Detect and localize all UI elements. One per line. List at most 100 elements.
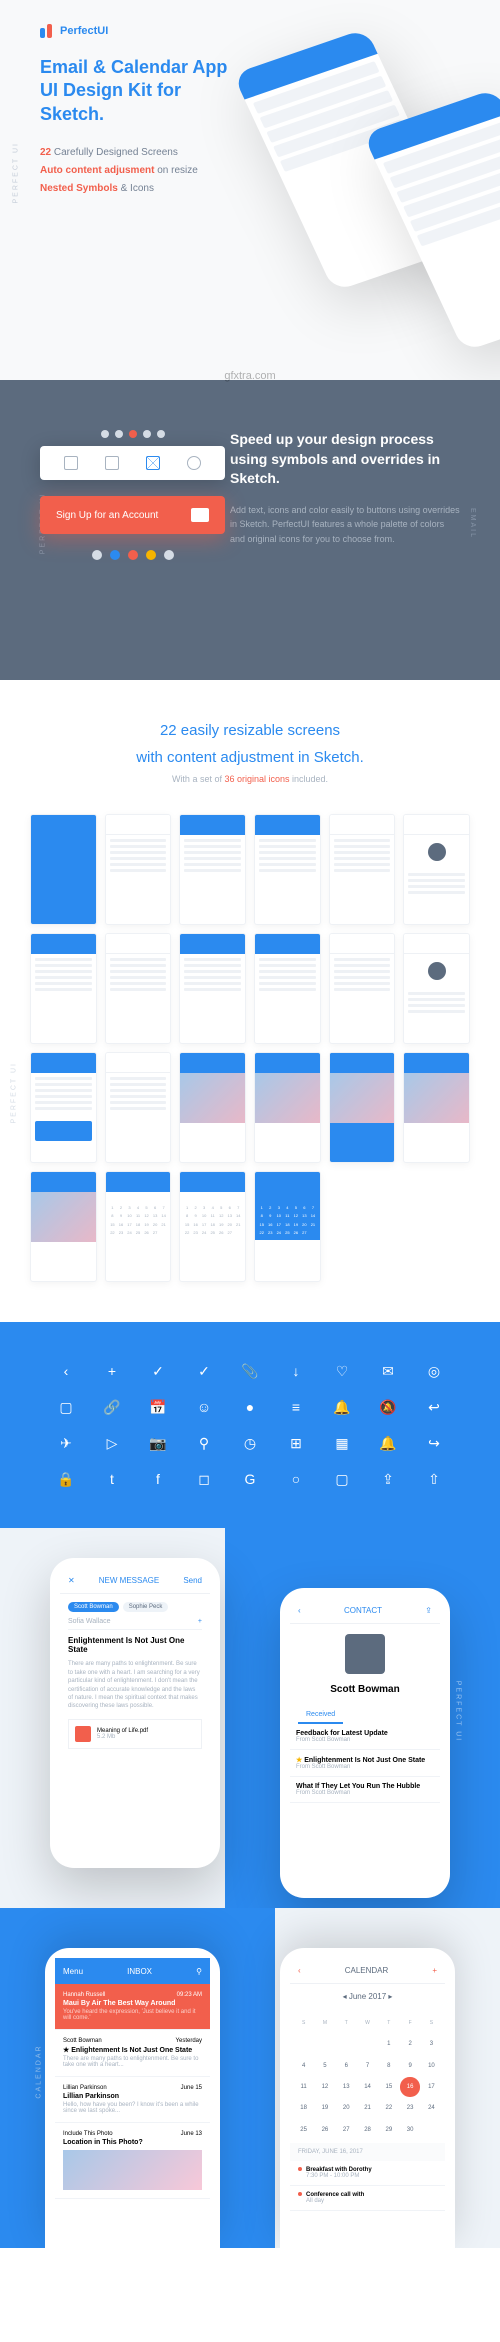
calendar-day[interactable]: 1	[379, 2035, 398, 2054]
palette-dot[interactable]	[92, 550, 102, 560]
video-icon: ▢	[57, 1398, 75, 1416]
from-field[interactable]: Sofia Wallace +	[68, 1618, 202, 1630]
calendar-day[interactable]: 7	[358, 2056, 377, 2075]
calendar-day[interactable]: 30	[400, 2120, 419, 2139]
subject-field[interactable]: Enlightenment Is Not Just One State	[68, 1636, 202, 1654]
contact-mail-item[interactable]: What If They Let You Run The HubbleFrom …	[290, 1777, 440, 1803]
calendar-day[interactable]: 6	[337, 2056, 356, 2075]
calendar-day[interactable]: 28	[358, 2120, 377, 2139]
inbox-header: Menu INBOX ⚲	[55, 1958, 210, 1984]
share-icon[interactable]: ⇪	[425, 1606, 432, 1615]
plus-icon: +	[103, 1362, 121, 1380]
calendar-day[interactable]: 10	[422, 2056, 441, 2075]
symbols-side-label: EMAIL	[469, 508, 476, 539]
calendar-day[interactable]: 2	[400, 2035, 419, 2054]
list-icon: ≡	[287, 1398, 305, 1416]
calendar-event[interactable]: Conference call withAll day	[290, 2186, 445, 2211]
google-icon: G	[241, 1470, 259, 1488]
phone-calendar: ‹ CALENDAR + ◂ June 2017 ▸ SMTWTFS123456…	[280, 1948, 455, 2248]
calendar-day[interactable]: 29	[379, 2120, 398, 2139]
close-icon[interactable]: ✕	[68, 1576, 75, 1585]
screens-title-2: with content adjustment in Sketch.	[30, 747, 470, 768]
symbols-desc: Add text, icons and color easily to butt…	[230, 503, 460, 546]
bell-icon: 🔔	[333, 1398, 351, 1416]
calendar-day[interactable]: 5	[315, 2056, 334, 2075]
calendar-day[interactable]: 14	[358, 2077, 377, 2096]
calendar-day[interactable]: 12	[315, 2077, 334, 2096]
mockups-side-label: PERFECT UI	[454, 1681, 461, 1743]
screen-thumb-attachment	[105, 1052, 172, 1163]
calendar-month: ◂ June 2017 ▸	[290, 1984, 445, 2009]
arrow-down-icon: ↓	[287, 1362, 305, 1380]
inbox-item[interactable]: Lillian ParkinsonJune 15Lillian Parkinso…	[55, 2077, 210, 2123]
recipient-tag[interactable]: Scott Bowman	[68, 1602, 119, 1612]
screens-side-label: PERFECT UI	[11, 1062, 18, 1124]
calendar-day[interactable]: 13	[337, 2077, 356, 2096]
instagram-icon: ◻	[195, 1470, 213, 1488]
screens-subtitle: With a set of 36 original icons included…	[30, 774, 470, 784]
symbols-title: Speed up your design process using symbo…	[230, 430, 460, 489]
calendar-event[interactable]: Breakfast with Dorothy7:30 PM - 10:00 PM	[290, 2161, 445, 2186]
signup-button[interactable]: Sign Up for an Account	[40, 496, 225, 534]
body-textarea[interactable]: There are many paths to enlightenment. B…	[68, 1660, 202, 1710]
calendar-day[interactable]: 3	[422, 2035, 441, 2054]
tab-received[interactable]: Received	[298, 1707, 343, 1724]
calendar-day[interactable]: 8	[379, 2056, 398, 2075]
hero-title: Email & Calendar App UI Design Kit for S…	[40, 56, 250, 126]
palette-dot[interactable]	[128, 550, 138, 560]
to-field[interactable]: Scott Bowman Sophie Peck	[68, 1602, 202, 1612]
calendar-day[interactable]: 15	[379, 2077, 398, 2096]
send-button[interactable]: Send	[183, 1576, 202, 1585]
calendar-day[interactable]: 27	[337, 2120, 356, 2139]
calendar-day[interactable]: 24	[422, 2099, 441, 2118]
contact-mail-item[interactable]: Enlightenment Is Not Just One StateFrom …	[290, 1750, 440, 1777]
menu-button[interactable]: Menu	[63, 1967, 83, 1976]
palette-dot[interactable]	[164, 550, 174, 560]
attachment[interactable]: Meaning of Life.pdf5.2 Mb	[68, 1719, 202, 1749]
calendar-day[interactable]: 19	[315, 2099, 334, 2118]
recipient-tag[interactable]: Sophie Peck	[123, 1602, 169, 1612]
back-icon[interactable]: ‹	[298, 1966, 301, 1975]
contact-mail-item[interactable]: Feedback for Latest UpdateFrom Scott Bow…	[290, 1724, 440, 1750]
calendar-day[interactable]: 4	[294, 2056, 313, 2075]
icons-section: ‹+✓✓📎↓♡✉◎▢🔗📅☺●≡🔔🔕↩✈▷📷⚲◷⊞▦🔔↪🔒tf◻G○▢⇪⇧	[0, 1322, 500, 1528]
calendar-day[interactable]: 23	[400, 2099, 419, 2118]
calendar-day[interactable]: 26	[315, 2120, 334, 2139]
palette-dot[interactable]	[110, 550, 120, 560]
inbox-item[interactable]: Scott BowmanYesterday★ Enlightenment Is …	[55, 2030, 210, 2077]
calendar-day[interactable]: 17	[422, 2077, 441, 2096]
mail-icon	[146, 456, 160, 470]
hero-phone-mockups	[260, 30, 500, 350]
send-alt-icon: ▷	[103, 1434, 121, 1452]
calendar-grid[interactable]: SMTWTFS123456789101112131415161718192021…	[290, 2009, 445, 2143]
search-icon	[187, 456, 201, 470]
screen-thumb-overlay	[329, 814, 396, 925]
calendar-day[interactable]: 20	[337, 2099, 356, 2118]
calendar-day[interactable]: 21	[358, 2099, 377, 2118]
screen-thumb-mail-item	[329, 933, 396, 1044]
screen-thumb-cal-week: 1234567891011121314151617181920212223242…	[179, 1171, 246, 1282]
screen-thumb-blue	[30, 814, 97, 925]
add-icon[interactable]: +	[432, 1966, 437, 1975]
calendar-day[interactable]: 11	[294, 2077, 313, 2096]
reply-icon: ↩	[425, 1398, 443, 1416]
screens-section: 22 easily resizable screens with content…	[0, 680, 500, 1322]
back-icon[interactable]: ‹	[298, 1606, 301, 1615]
palette-dot[interactable]	[146, 550, 156, 560]
calendar-day[interactable]: 16	[400, 2077, 419, 2096]
reply-all-icon: ↪	[425, 1434, 443, 1452]
toolbar-demo	[40, 446, 225, 480]
upload-icon: ⇧	[425, 1470, 443, 1488]
inbox-item[interactable]: Hannah Russell09:23 AMMaui By Air The Be…	[55, 1984, 210, 2030]
bold-icon: ●	[241, 1398, 259, 1416]
search-icon[interactable]: ⚲	[196, 1967, 202, 1976]
mockups-section: ✕ NEW MESSAGE Send Scott Bowman Sophie Pe…	[0, 1528, 500, 1908]
calendar-day[interactable]: 18	[294, 2099, 313, 2118]
inbox-item[interactable]: Include This PhotoJune 13Location in Thi…	[55, 2123, 210, 2199]
facebook-icon: f	[149, 1470, 167, 1488]
calendar-day[interactable]: 9	[400, 2056, 419, 2075]
location-icon: ◎	[425, 1362, 443, 1380]
calendar-day[interactable]: 25	[294, 2120, 313, 2139]
calendar-day[interactable]: 22	[379, 2099, 398, 2118]
new-message-header: ✕ NEW MESSAGE Send	[60, 1568, 210, 1594]
